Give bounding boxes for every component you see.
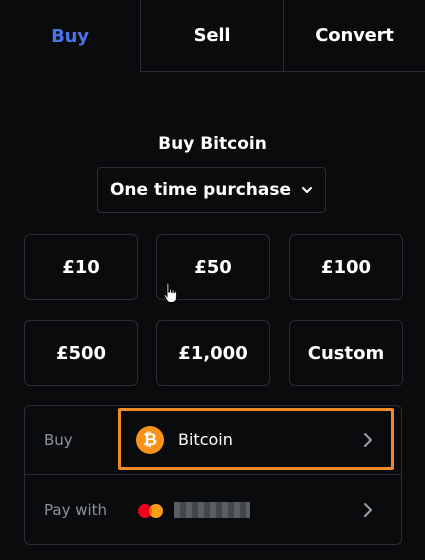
asset-name: Bitcoin xyxy=(178,430,233,449)
chevron-right-icon[interactable] xyxy=(363,502,373,518)
purchase-type-label: One time purchase xyxy=(109,180,292,200)
tab-sell[interactable]: Sell xyxy=(140,0,284,72)
panel-divider xyxy=(24,474,402,475)
amount-100-button[interactable]: £100 xyxy=(289,234,403,300)
masked-card-number xyxy=(174,502,250,518)
chevron-right-icon[interactable] xyxy=(363,432,373,448)
amount-custom-button[interactable]: Custom xyxy=(289,320,403,386)
chevron-down-icon xyxy=(301,186,313,194)
buy-row-label: Buy xyxy=(44,431,73,449)
amount-1000-button[interactable]: £1,000 xyxy=(156,320,270,386)
mastercard-icon xyxy=(138,504,163,518)
amount-10-button[interactable]: £10 xyxy=(24,234,138,300)
purchase-type-dropdown[interactable]: One time purchase xyxy=(97,167,326,213)
tab-buy[interactable]: Buy xyxy=(0,0,140,72)
tab-bar: Buy Sell Convert xyxy=(0,0,425,72)
pay-with-label: Pay with xyxy=(44,501,108,519)
bitcoin-icon: ₿ xyxy=(136,426,164,454)
tab-convert[interactable]: Convert xyxy=(284,0,425,72)
amount-500-button[interactable]: £500 xyxy=(24,320,138,386)
page-title: Buy Bitcoin xyxy=(158,134,267,154)
pointer-cursor-icon xyxy=(163,282,178,303)
